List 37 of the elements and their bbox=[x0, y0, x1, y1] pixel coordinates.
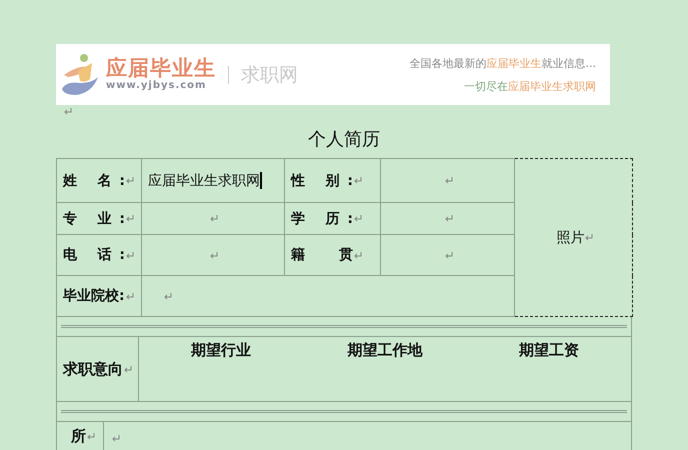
column-heading: 期望工作地 bbox=[348, 341, 422, 359]
field-label: 姓 名: bbox=[63, 172, 125, 190]
field-label: 学 历: bbox=[291, 210, 353, 228]
column-heading: 期望工资 bbox=[519, 341, 579, 359]
paragraph-mark-icon bbox=[112, 435, 120, 442]
paragraph-mark-icon bbox=[87, 433, 95, 440]
paragraph-mark-icon bbox=[210, 215, 218, 222]
field-label: 性 别: bbox=[291, 172, 353, 190]
slogan-text: 一切尽在应届毕业生求职网 bbox=[464, 78, 596, 94]
field-label: 毕业院校: bbox=[63, 287, 125, 305]
section-label: 求职意向 bbox=[63, 360, 123, 378]
paragraph-mark-icon bbox=[444, 215, 452, 222]
paragraph-mark-icon bbox=[444, 252, 452, 259]
photo-field[interactable]: 照片 bbox=[514, 158, 632, 316]
document-title: 个人简历 bbox=[308, 128, 380, 151]
paragraph-mark-icon bbox=[164, 292, 172, 300]
paragraph-mark-icon bbox=[124, 366, 132, 372]
paragraph-mark-icon bbox=[354, 252, 362, 258]
field-label: 籍 贯 bbox=[291, 246, 353, 264]
column-heading: 期望行业 bbox=[191, 341, 251, 359]
paragraph-mark-icon bbox=[354, 215, 362, 222]
paragraph-mark-icon bbox=[126, 215, 134, 222]
paragraph-mark-icon bbox=[126, 177, 134, 184]
site-url: www.yjbys.com bbox=[106, 81, 208, 91]
paragraph-mark-icon bbox=[584, 234, 592, 242]
paragraph-mark-icon bbox=[354, 177, 362, 184]
paragraph-mark-icon bbox=[126, 252, 134, 258]
field-label: 电 话: bbox=[63, 246, 125, 264]
logo-icon bbox=[60, 52, 100, 96]
paragraph-mark-icon bbox=[444, 177, 452, 184]
brand-name: 应届毕业生 bbox=[106, 58, 216, 79]
section-label: 所 bbox=[71, 427, 86, 446]
field-label: 专 业: bbox=[63, 210, 125, 228]
tagline-text: 全国各地最新的应届毕业生就业信息... bbox=[410, 56, 596, 70]
paragraph-mark-icon bbox=[126, 292, 134, 300]
paragraph-mark-icon bbox=[64, 108, 72, 116]
paragraph-mark-icon bbox=[210, 252, 218, 259]
